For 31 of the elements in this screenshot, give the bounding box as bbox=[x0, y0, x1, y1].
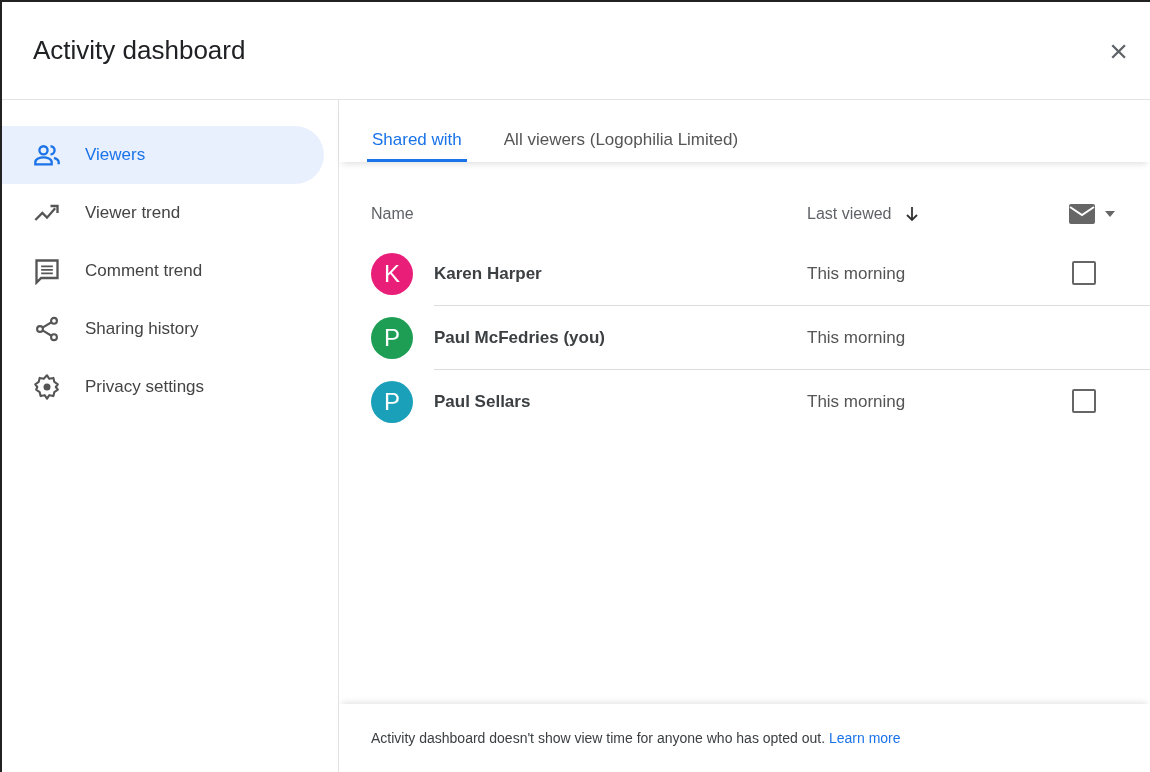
share-icon bbox=[33, 315, 61, 343]
email-menu-button[interactable] bbox=[1069, 204, 1115, 224]
footer-note: Activity dashboard doesn't show view time for anyone who has opted out. Learn more bbox=[371, 730, 901, 746]
checkbox[interactable] bbox=[1072, 389, 1096, 413]
last-viewed-text: This morning bbox=[807, 327, 907, 348]
avatar: P bbox=[371, 381, 413, 423]
learn-more-link[interactable]: Learn more bbox=[828, 730, 901, 746]
checkbox[interactable] bbox=[1072, 260, 1096, 285]
tab[interactable]: Shared with bbox=[367, 130, 467, 162]
sort-down-arrow-icon[interactable] bbox=[903, 206, 920, 222]
sidebar-item[interactable]: Sharing history bbox=[2, 300, 324, 358]
comment-icon bbox=[33, 257, 61, 285]
column-header[interactable]: Last viewed bbox=[807, 205, 892, 223]
window-title: Activity dashboard bbox=[33, 35, 246, 66]
tab[interactable]: All viewers (Logophilia Limited) bbox=[498, 130, 744, 162]
viewer-name: Karen Harper bbox=[434, 263, 543, 284]
envelope-icon bbox=[1069, 204, 1095, 224]
column-header[interactable]: Name bbox=[371, 205, 807, 223]
sidebar-item[interactable]: Privacy settings bbox=[2, 358, 324, 416]
avatar: P bbox=[371, 317, 413, 359]
caret-icon bbox=[1105, 211, 1115, 217]
sidebar-item[interactable]: Viewer trend bbox=[2, 184, 324, 242]
last-viewed-text: This morning bbox=[807, 263, 907, 284]
sidebar-item[interactable]: Comment trend bbox=[2, 242, 324, 300]
last-viewed-text: This morning bbox=[807, 392, 907, 412]
viewer-name: Paul Sellars bbox=[434, 392, 532, 412]
viewer-name: Paul McFedries (you) bbox=[434, 327, 606, 348]
avatar: K bbox=[371, 253, 413, 295]
close-button[interactable]: × bbox=[1105, 34, 1132, 67]
sidebar-item[interactable]: Viewers bbox=[2, 126, 324, 184]
settings-icon bbox=[33, 373, 61, 401]
